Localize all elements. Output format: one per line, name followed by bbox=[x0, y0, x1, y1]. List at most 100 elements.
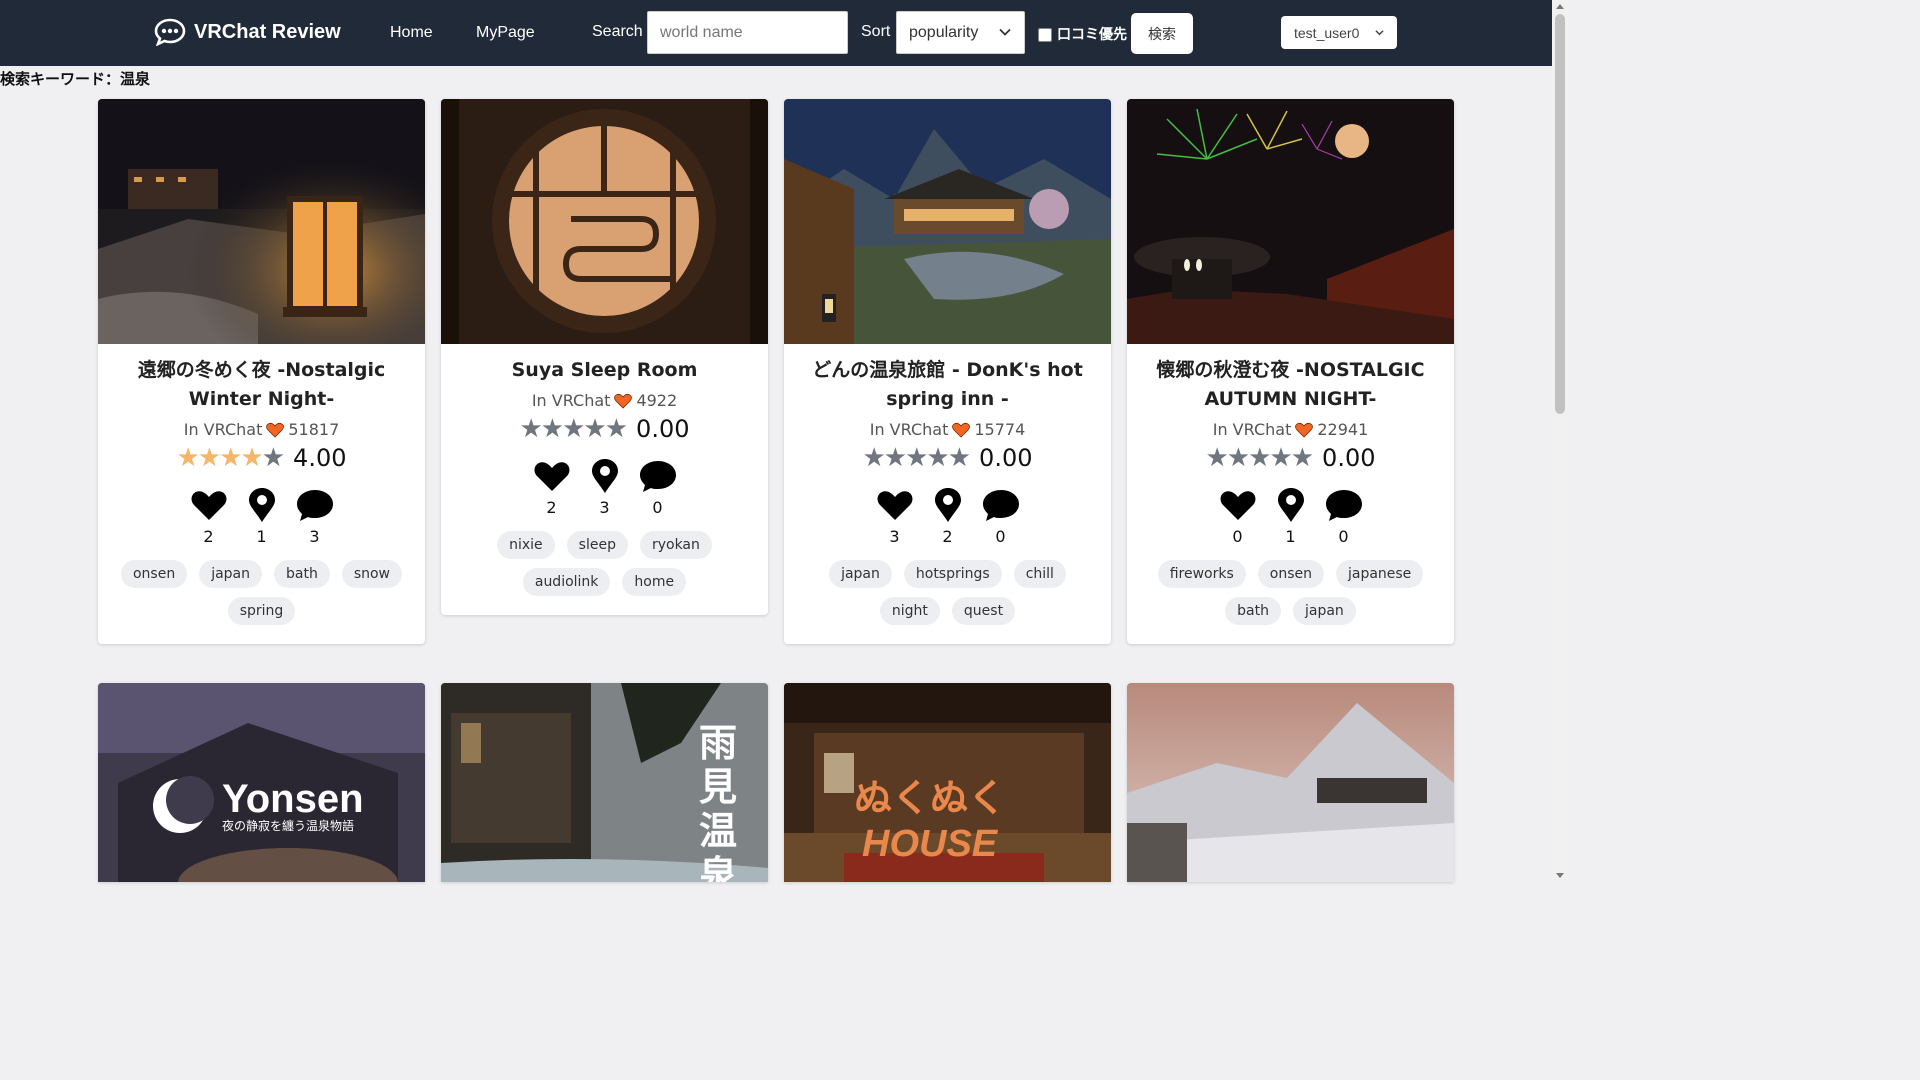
stats: 3 2 0 bbox=[784, 487, 1111, 546]
world-card[interactable]: どんの温泉旅館 - DonK's hot spring inn - In VRC… bbox=[784, 99, 1111, 644]
world-card[interactable]: ぬくぬく HOUSE bbox=[784, 683, 1111, 882]
comment-icon[interactable] bbox=[982, 487, 1020, 523]
sort-select[interactable]: popularity bbox=[896, 11, 1025, 54]
world-meta: In VRChat 51817 bbox=[98, 420, 425, 439]
rating: ★★★★★ 0.00 bbox=[784, 443, 1111, 473]
scrollbar-thumb[interactable] bbox=[1555, 14, 1565, 414]
user-menu-button[interactable]: test_user0 bbox=[1281, 16, 1397, 49]
tag[interactable]: ryokan bbox=[639, 531, 712, 559]
platform-label: In VRChat bbox=[869, 420, 949, 439]
world-card[interactable] bbox=[1127, 683, 1454, 882]
tag[interactable]: onsen bbox=[120, 560, 188, 588]
world-title[interactable]: 遠郷の冬めく夜 -Nostalgic Winter Night- bbox=[98, 348, 425, 414]
tag[interactable]: night bbox=[879, 597, 940, 625]
thumbnail-title: ぬくぬく bbox=[854, 776, 1007, 820]
comment-count: 3 bbox=[309, 527, 320, 546]
heart-icon bbox=[1295, 422, 1314, 438]
tag[interactable]: home bbox=[622, 568, 687, 596]
world-card[interactable]: 遠郷の冬めく夜 -Nostalgic Winter Night- In VRCh… bbox=[98, 99, 425, 644]
comment-icon[interactable] bbox=[1325, 487, 1363, 523]
world-title[interactable]: 懐郷の秋澄む夜 -NOSTALGIC AUTUMN NIGHT- bbox=[1127, 348, 1454, 414]
heart-icon[interactable] bbox=[1219, 487, 1257, 523]
world-card[interactable]: 雨見温泉 bbox=[441, 683, 768, 882]
map-pin-icon[interactable] bbox=[586, 458, 624, 494]
like-stat[interactable]: 3 bbox=[876, 487, 914, 546]
visit-stat[interactable]: 3 bbox=[588, 458, 622, 517]
tag[interactable]: nixie bbox=[497, 531, 555, 559]
visit-stat[interactable]: 1 bbox=[245, 487, 279, 546]
thumbnail-title: 雨見温泉 bbox=[698, 720, 737, 883]
chevron-down-icon bbox=[999, 28, 1011, 36]
tag[interactable]: hotsprings bbox=[903, 560, 1002, 588]
comment-icon[interactable] bbox=[639, 458, 677, 494]
world-thumbnail[interactable] bbox=[1127, 99, 1454, 344]
visit-count: 1 bbox=[256, 527, 267, 546]
tag[interactable]: japan bbox=[1293, 597, 1356, 625]
world-thumbnail[interactable] bbox=[1127, 683, 1454, 882]
tag[interactable]: snow bbox=[341, 560, 403, 588]
tag[interactable]: quest bbox=[951, 597, 1016, 625]
like-stat[interactable]: 2 bbox=[190, 487, 228, 546]
comment-stat[interactable]: 0 bbox=[982, 487, 1020, 546]
tag[interactable]: spring bbox=[227, 597, 296, 625]
rating-value: 0.00 bbox=[1322, 444, 1376, 472]
brand[interactable]: VRChat Review bbox=[154, 18, 341, 46]
tag[interactable]: onsen bbox=[1257, 560, 1324, 588]
thumbnail-title: Yonsen bbox=[222, 777, 364, 821]
scroll-up-arrow-icon[interactable] bbox=[1556, 4, 1564, 9]
world-title[interactable]: どんの温泉旅館 - DonK's hot spring inn - bbox=[784, 348, 1111, 414]
tag[interactable]: audiolink bbox=[522, 568, 611, 596]
comment-stat[interactable]: 0 bbox=[1325, 487, 1363, 546]
tag[interactable]: japan bbox=[829, 560, 892, 588]
world-card[interactable]: Suya Sleep Room In VRChat 4922 ★★★★★ 0.0… bbox=[441, 99, 768, 615]
search-input[interactable] bbox=[647, 11, 848, 54]
tag[interactable]: sleep bbox=[566, 531, 628, 559]
tag[interactable]: chill bbox=[1013, 560, 1066, 588]
visit-stat[interactable]: 2 bbox=[931, 487, 965, 546]
search-label: Search bbox=[592, 23, 643, 40]
world-card[interactable]: Yonsen 夜の静寂を纏う温泉物語 bbox=[98, 683, 425, 882]
world-meta: In VRChat 15774 bbox=[784, 420, 1111, 439]
search-button[interactable]: 検索 bbox=[1131, 13, 1193, 54]
comment-icon[interactable] bbox=[296, 487, 334, 523]
comment-stat[interactable]: 3 bbox=[296, 487, 334, 546]
world-meta: In VRChat 4922 bbox=[441, 391, 768, 410]
tag[interactable]: japanese bbox=[1335, 560, 1424, 588]
world-card[interactable]: 懐郷の秋澄む夜 -NOSTALGIC AUTUMN NIGHT- In VRCh… bbox=[1127, 99, 1454, 644]
like-stat[interactable]: 2 bbox=[533, 458, 571, 517]
favorites-count: 15774 bbox=[974, 420, 1026, 439]
vertical-scrollbar[interactable] bbox=[1552, 0, 1568, 882]
like-count: 3 bbox=[889, 527, 900, 546]
tag[interactable]: bath bbox=[1225, 597, 1281, 625]
scroll-down-arrow-icon[interactable] bbox=[1556, 873, 1564, 878]
map-pin-icon[interactable] bbox=[929, 487, 967, 523]
review-priority-checkbox[interactable] bbox=[1038, 28, 1052, 42]
visit-count: 2 bbox=[942, 527, 953, 546]
favorites-count: 22941 bbox=[1317, 420, 1369, 439]
tag[interactable]: japan bbox=[199, 560, 262, 588]
map-pin-icon[interactable] bbox=[1272, 487, 1310, 523]
heart-icon[interactable] bbox=[190, 487, 228, 523]
heart-icon[interactable] bbox=[876, 487, 914, 523]
heart-icon[interactable] bbox=[533, 458, 571, 494]
tag-list: nixie sleep ryokan audiolink home bbox=[441, 517, 768, 615]
brand-name: VRChat Review bbox=[194, 20, 341, 43]
comment-stat[interactable]: 0 bbox=[639, 458, 677, 517]
tag[interactable]: fireworks bbox=[1157, 560, 1246, 588]
nav-home-link[interactable]: Home bbox=[390, 24, 433, 42]
world-thumbnail[interactable] bbox=[98, 99, 425, 344]
rating-value: 4.00 bbox=[293, 444, 347, 472]
nav-mypage-link[interactable]: MyPage bbox=[476, 24, 535, 42]
tag[interactable]: bath bbox=[274, 560, 330, 588]
rating-value: 0.00 bbox=[636, 415, 690, 443]
rating-value: 0.00 bbox=[979, 444, 1033, 472]
visit-count: 1 bbox=[1285, 527, 1296, 546]
visit-stat[interactable]: 1 bbox=[1274, 487, 1308, 546]
rating: ★★★★★ 0.00 bbox=[441, 414, 768, 444]
review-priority-label[interactable]: 口コミ優先 bbox=[1057, 24, 1127, 44]
like-stat[interactable]: 0 bbox=[1219, 487, 1257, 546]
map-pin-icon[interactable] bbox=[243, 487, 281, 523]
world-title[interactable]: Suya Sleep Room bbox=[441, 348, 768, 385]
world-thumbnail[interactable] bbox=[784, 99, 1111, 344]
world-thumbnail[interactable] bbox=[441, 99, 768, 344]
